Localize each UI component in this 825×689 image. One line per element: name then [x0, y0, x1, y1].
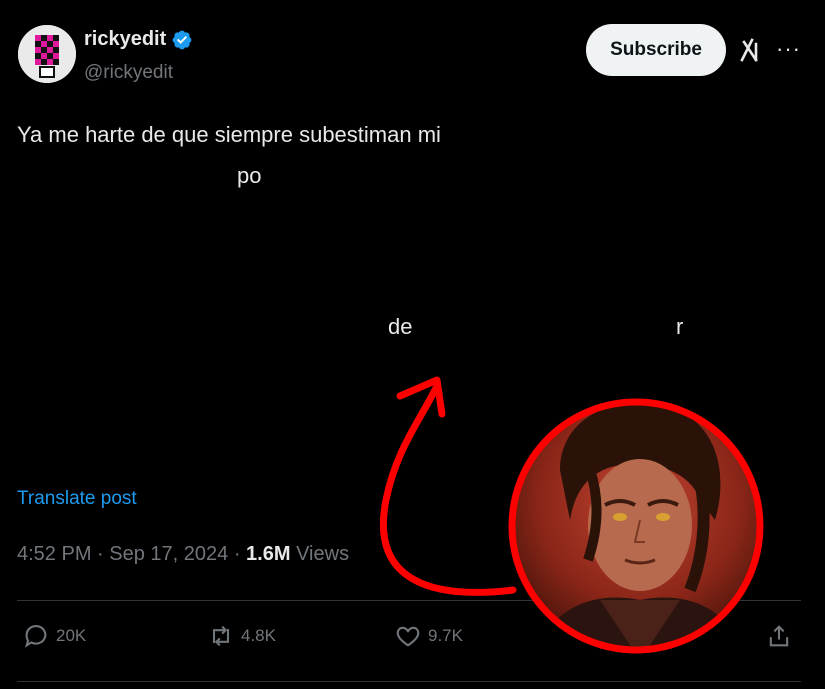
meme-overlay: [379, 376, 764, 654]
red-arrow: [379, 384, 517, 596]
meme-face-icon: [512, 402, 760, 650]
